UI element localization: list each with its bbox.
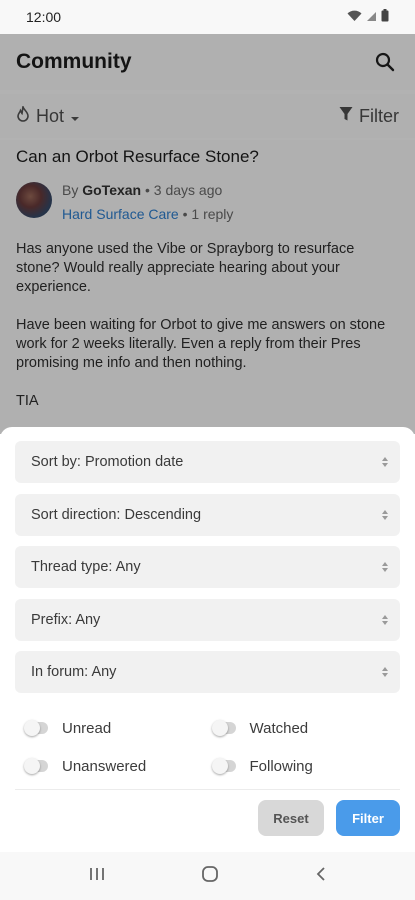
back-icon[interactable] xyxy=(315,866,327,887)
thread-type-select[interactable]: Thread type: Any xyxy=(15,546,400,588)
select-value: Sort direction: Descending xyxy=(31,506,202,523)
signal-icon xyxy=(366,9,377,25)
body-paragraph: TIA xyxy=(16,393,39,409)
thread-meta-lines: By GoTexan • 3 days ago Hard Surface Car… xyxy=(62,178,233,226)
toggle-label: Unanswered xyxy=(62,757,147,775)
prefix-select[interactable]: Prefix: Any xyxy=(15,598,400,641)
body-paragraph: Have been waiting for Orbot to give me a… xyxy=(16,317,386,371)
app-bar: Community xyxy=(0,34,415,90)
apply-filter-button[interactable]: Filter xyxy=(336,800,400,836)
watched-toggle[interactable]: Watched xyxy=(211,717,401,739)
switch[interactable] xyxy=(24,758,48,774)
sort-dropdown[interactable]: Hot xyxy=(16,103,80,127)
updown-arrows-icon xyxy=(382,509,388,520)
flame-icon xyxy=(16,103,30,127)
filter-label: Filter xyxy=(359,105,399,126)
updown-arrows-icon xyxy=(382,562,388,572)
updown-arrows-icon xyxy=(382,614,388,625)
unanswered-toggle[interactable]: Unanswered xyxy=(24,755,213,777)
updown-arrows-icon xyxy=(382,457,388,467)
sort-by-select[interactable]: Sort by: Promotion date xyxy=(15,441,400,483)
time-ago: • 3 days ago xyxy=(145,182,223,198)
page-title: Community xyxy=(16,50,132,73)
unread-toggle[interactable]: Unread xyxy=(24,717,213,739)
thread-body: Has anyone used the Vibe or Sprayborg to… xyxy=(16,240,399,411)
switch[interactable] xyxy=(211,758,236,774)
select-value: In forum: Any xyxy=(31,664,117,680)
toggle-label: Unread xyxy=(62,719,112,737)
forum-link[interactable]: Hard Surface Care xyxy=(62,206,179,222)
filter-bar: Hot Filter xyxy=(0,94,415,138)
updown-arrows-icon xyxy=(382,667,388,677)
toggle-label: Following xyxy=(249,757,313,775)
status-icons xyxy=(347,9,389,25)
body-paragraph: Has anyone used the Vibe or Sprayborg to… xyxy=(16,241,355,295)
select-value: Sort by: Promotion date xyxy=(31,454,184,470)
filter-button[interactable]: Filter xyxy=(339,106,399,127)
recents-icon[interactable] xyxy=(88,866,106,887)
switch[interactable] xyxy=(211,720,236,736)
system-nav-bar xyxy=(0,852,415,900)
toggle-grid: Unread Watched Unanswered Following xyxy=(15,717,400,777)
sheet-actions: Reset Filter xyxy=(15,800,400,836)
filter-sheet: Sort by: Promotion date Sort direction: … xyxy=(0,427,415,852)
by-prefix: By xyxy=(62,182,79,198)
following-toggle[interactable]: Following xyxy=(211,755,401,777)
avatar[interactable] xyxy=(16,182,52,218)
caret-down-icon xyxy=(70,106,80,127)
thread-card[interactable]: Can an Orbot Resurface Stone? By GoTexan… xyxy=(0,140,415,430)
search-icon[interactable] xyxy=(371,48,399,76)
switch[interactable] xyxy=(24,720,48,736)
sort-direction-select[interactable]: Sort direction: Descending xyxy=(15,493,400,536)
sort-label: Hot xyxy=(36,105,65,126)
reset-button[interactable]: Reset xyxy=(258,800,324,836)
author-name[interactable]: GoTexan xyxy=(82,182,141,198)
select-value: Prefix: Any xyxy=(31,611,101,628)
in-forum-select[interactable]: In forum: Any xyxy=(15,651,400,693)
battery-icon xyxy=(381,9,389,25)
home-icon[interactable] xyxy=(201,865,219,888)
reply-count: • 1 reply xyxy=(182,206,234,222)
thread-title[interactable]: Can an Orbot Resurface Stone? xyxy=(16,146,399,168)
divider xyxy=(15,789,400,790)
status-bar: 12:00 xyxy=(0,0,415,34)
select-value: Thread type: Any xyxy=(31,559,141,575)
funnel-icon xyxy=(339,106,353,127)
thread-meta: By GoTexan • 3 days ago Hard Surface Car… xyxy=(16,182,399,226)
status-time: 12:00 xyxy=(26,9,62,25)
toggle-label: Watched xyxy=(249,719,309,737)
wifi-icon xyxy=(347,9,362,25)
